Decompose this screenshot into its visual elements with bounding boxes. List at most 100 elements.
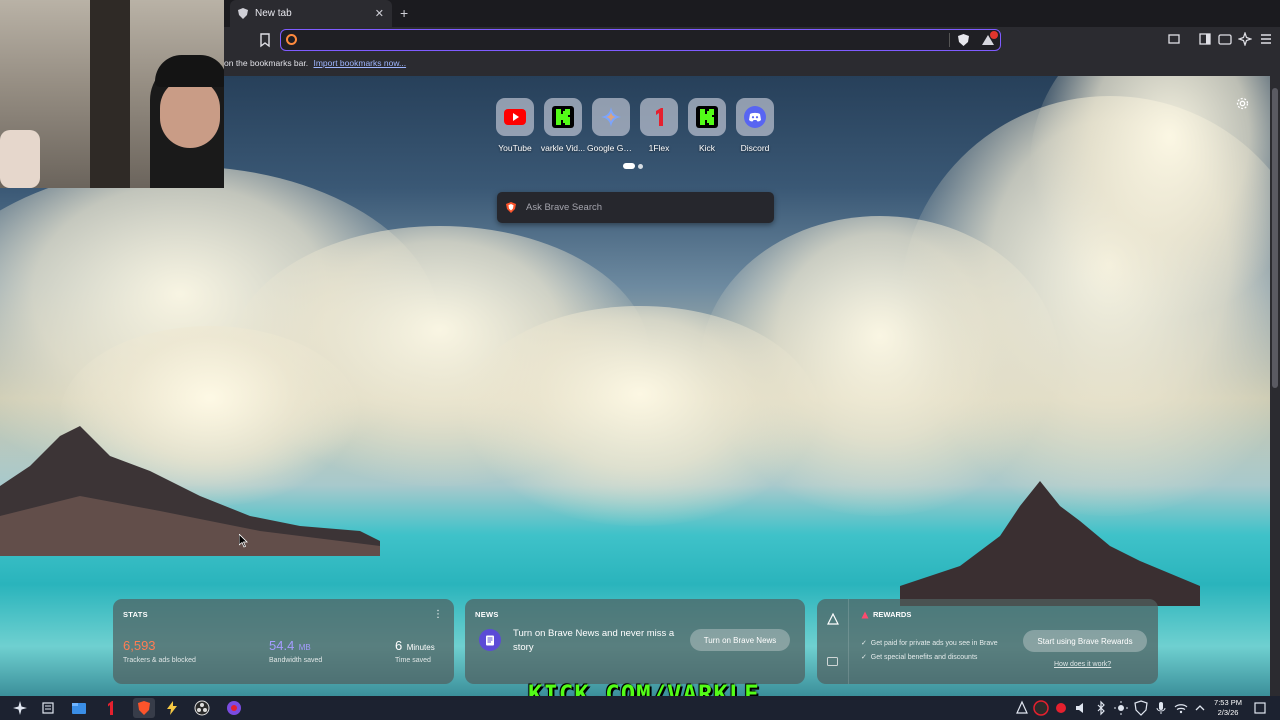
bookmarks-prompt: on the bookmarks bar. [224, 58, 309, 68]
top-site-1flex[interactable]: 1Flex [640, 98, 678, 153]
clock-date: 2/3/26 [1217, 708, 1239, 717]
wallet-icon[interactable] [1218, 32, 1232, 46]
record-icon[interactable] [1053, 700, 1069, 716]
rewards-title-row: REWARDS [861, 610, 911, 619]
streaming-app-icon[interactable] [226, 700, 242, 716]
search-engine-icon [286, 34, 297, 45]
bandwidth-label: Bandwidth saved [269, 657, 323, 664]
widget-side-nav [817, 599, 849, 684]
mouse-cursor-icon [239, 534, 248, 548]
start-icon[interactable] [12, 700, 28, 716]
time-label: Time saved [395, 657, 431, 664]
bandwidth-value: 54.4 [269, 638, 295, 653]
trackers-label: Trackers & ads blocked [123, 657, 196, 664]
system-clock[interactable]: 7:53 PM 2/3/26 [1208, 698, 1248, 718]
show-desktop-icon[interactable] [1252, 700, 1268, 716]
news-title: NEWS [475, 610, 499, 619]
time-stat: 6 Minutes Time saved [395, 637, 435, 664]
oneflex-taskbar-icon[interactable] [102, 700, 118, 716]
discord-icon [744, 106, 766, 128]
bluetooth-icon[interactable] [1093, 700, 1109, 716]
wifi-icon[interactable] [1173, 700, 1189, 716]
security-icon[interactable] [1133, 700, 1149, 716]
bandwidth-unit: MB [298, 643, 311, 652]
rewards-badge [990, 31, 998, 39]
brave-lion-icon [506, 202, 516, 213]
leo-ai-icon[interactable] [1238, 32, 1252, 46]
youtube-icon [504, 109, 526, 125]
pager-dot[interactable] [638, 163, 643, 169]
mountain-right [900, 481, 1200, 606]
news-description: Turn on Brave News and never miss a stor… [513, 628, 675, 653]
screenshot-icon[interactable] [1167, 32, 1181, 46]
address-bar[interactable] [280, 29, 1001, 51]
brave-search-box[interactable] [497, 192, 774, 223]
top-site-label: varkle Vid... [540, 143, 586, 153]
kick-icon [552, 106, 574, 128]
address-input[interactable] [303, 32, 943, 48]
news-icon [479, 629, 501, 651]
lightning-app-icon[interactable] [164, 700, 180, 716]
top-sites-pager[interactable] [623, 163, 643, 169]
rewards-triangle-icon[interactable] [827, 613, 839, 625]
turn-on-news-button[interactable]: Turn on Brave News [690, 629, 790, 651]
top-site-google-gemini[interactable]: Google Ge... [587, 98, 635, 153]
gear-icon[interactable] [1236, 97, 1249, 110]
news-widget: NEWS Turn on Brave News and never miss a… [465, 599, 805, 684]
stats-menu-icon[interactable]: ⋮ [433, 609, 443, 620]
top-site-label: 1Flex [648, 143, 670, 153]
gemini-icon [601, 107, 621, 127]
bandwidth-stat: 54.4 MB Bandwidth saved [269, 637, 322, 664]
menu-icon[interactable] [1259, 32, 1273, 46]
rewards-benefit-1: ✓ Get paid for private ads you see in Br… [861, 640, 998, 647]
brave-shield-icon [238, 8, 248, 19]
sidebar-icon[interactable] [1198, 32, 1212, 46]
bookmark-icon[interactable] [258, 32, 272, 48]
page-scrollbar[interactable] [1270, 76, 1280, 696]
rewards-widget: REWARDS ✓ Get paid for private ads you s… [817, 599, 1158, 684]
bat-icon [861, 611, 869, 618]
clock-time: 7:53 PM [1214, 698, 1242, 707]
start-rewards-button[interactable]: Start using Brave Rewards [1023, 630, 1147, 652]
tab-title: New tab [255, 8, 292, 19]
pager-dot-active[interactable] [623, 163, 635, 169]
scroll-thumb[interactable] [1272, 88, 1278, 388]
tray-app-icon[interactable] [1033, 700, 1049, 716]
brave-taskbar-button[interactable] [133, 698, 155, 718]
microphone-icon[interactable] [1153, 700, 1169, 716]
top-site-label: YouTube [498, 143, 532, 153]
brightness-icon[interactable] [1113, 700, 1129, 716]
chevron-up-icon[interactable] [1192, 700, 1208, 716]
brave-shields-icon[interactable] [958, 34, 969, 46]
top-site-varkle[interactable]: varkle Vid... [541, 98, 585, 153]
rewards-benefit-2: ✓ Get special benefits and discounts [861, 654, 978, 661]
omnibox-divider [949, 33, 950, 47]
import-bookmarks-link[interactable]: Import bookmarks now... [313, 58, 406, 68]
mountain-left [0, 426, 380, 556]
rewards-title: REWARDS [873, 610, 912, 619]
kick-icon [696, 106, 718, 128]
stats-title: STATS [123, 610, 148, 619]
file-explorer-icon[interactable] [71, 700, 87, 716]
top-sites: YouTube varkle Vid... Google Ge... 1Flex… [496, 98, 774, 153]
volume-icon[interactable] [1073, 700, 1089, 716]
time-unit: Minutes [406, 643, 435, 652]
card-icon[interactable] [827, 657, 838, 666]
obs-icon[interactable] [194, 700, 210, 716]
top-site-label: Discord [740, 143, 770, 153]
brave-browser-icon [138, 701, 150, 715]
trackers-value: 6,593 [123, 638, 156, 653]
top-site-kick[interactable]: Kick [688, 98, 726, 153]
search-input[interactable] [526, 202, 765, 213]
webcam-overlay [0, 0, 224, 188]
new-tab-button[interactable]: + [400, 5, 408, 21]
top-site-youtube[interactable]: YouTube [496, 98, 534, 153]
oneflex-icon [656, 108, 663, 126]
tab-new-tab[interactable]: New tab ✕ [230, 0, 392, 27]
close-tab-icon[interactable]: ✕ [375, 7, 384, 20]
notification-icon[interactable] [1014, 700, 1030, 716]
trackers-stat: 6,593 Trackers & ads blocked [123, 637, 196, 664]
top-site-discord[interactable]: Discord [736, 98, 774, 153]
how-it-works-link[interactable]: How does it work? [1054, 661, 1111, 668]
task-view-icon[interactable] [40, 700, 56, 716]
